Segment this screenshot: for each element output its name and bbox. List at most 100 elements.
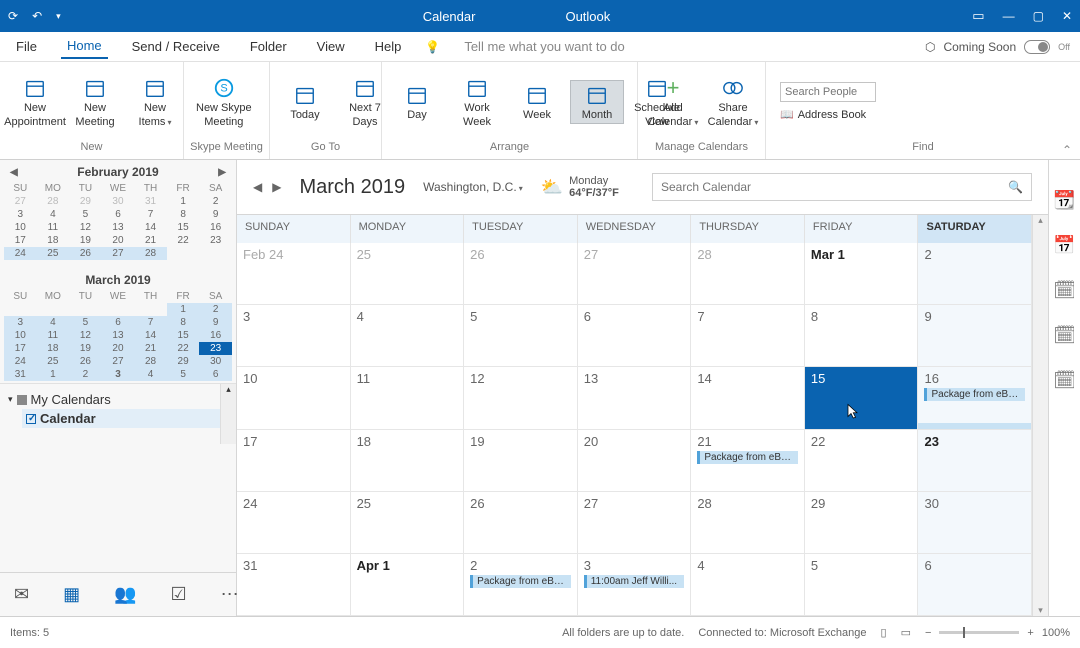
mail-icon[interactable]: ✉ <box>14 584 29 605</box>
calendar-cell[interactable]: 31 <box>237 554 351 615</box>
calendar-cell[interactable]: 25 <box>351 243 465 304</box>
calendar-cell[interactable]: 19 <box>464 430 578 491</box>
calendar-cell[interactable]: 5 <box>805 554 919 615</box>
new-skype-meeting-button[interactable]: S New Skype Meeting <box>192 74 256 130</box>
day-button[interactable]: Day <box>390 81 444 123</box>
calendar-cell[interactable]: 2 <box>918 243 1032 304</box>
minical-day[interactable]: 19 <box>69 342 102 355</box>
minical-day[interactable]: 20 <box>102 342 135 355</box>
calendar-cell[interactable]: 10 <box>237 367 351 428</box>
tab-send-receive[interactable]: Send / Receive <box>126 35 226 58</box>
search-calendar-input[interactable] <box>661 180 1008 194</box>
add-calendar-button[interactable]: +AddCalendar <box>646 74 700 130</box>
minical-next-icon[interactable]: ▶ <box>218 167 226 178</box>
calendar-cell[interactable]: 5 <box>464 305 578 366</box>
tab-home[interactable]: Home <box>61 34 108 59</box>
zoom-slider[interactable] <box>939 631 1019 634</box>
minical-day[interactable]: 22 <box>167 342 200 355</box>
minical-day[interactable]: 31 <box>4 368 37 381</box>
maximize-icon[interactable]: ▢ <box>1033 9 1044 23</box>
tab-help[interactable]: Help <box>369 35 408 58</box>
new-items-button[interactable]: NewItems <box>128 74 182 130</box>
search-calendar[interactable]: 🔍 <box>652 173 1032 201</box>
calendar-cell[interactable]: 29 <box>805 492 919 553</box>
minical-day[interactable]: 22 <box>167 234 200 247</box>
refresh-icon[interactable]: ⟳ <box>8 9 18 23</box>
prev-month-icon[interactable]: ◀ <box>253 180 262 194</box>
calendar-cell[interactable]: Feb 24 <box>237 243 351 304</box>
dock-view2-icon[interactable]: 🗓 <box>1053 325 1076 346</box>
minical-day[interactable]: 10 <box>4 221 37 234</box>
dock-view3-icon[interactable]: 🗓 <box>1053 370 1076 391</box>
today-button[interactable]: Today <box>278 81 332 123</box>
minical-day[interactable] <box>167 247 200 260</box>
minical-day[interactable]: 29 <box>69 195 102 208</box>
zoom-control[interactable]: − + 100% <box>925 627 1070 639</box>
close-icon[interactable]: ✕ <box>1062 9 1072 23</box>
calendar-cell[interactable]: 17 <box>237 430 351 491</box>
minical-day[interactable] <box>69 303 102 316</box>
calendar-item[interactable]: ✓Calendar <box>22 409 228 428</box>
minical-day[interactable]: 1 <box>37 368 70 381</box>
dock-today-icon[interactable]: 📆 <box>1053 190 1075 211</box>
minical-day[interactable]: 16 <box>199 329 232 342</box>
minical-day[interactable] <box>134 303 167 316</box>
calendar-cell[interactable]: 311:00am Jeff Willi... <box>578 554 692 615</box>
calendar-cell[interactable]: 26 <box>464 243 578 304</box>
minical-day[interactable]: 5 <box>69 316 102 329</box>
search-people-input[interactable] <box>780 82 876 102</box>
more-icon[interactable]: ⋯ <box>221 584 239 605</box>
coming-soon-toggle[interactable] <box>1024 40 1050 54</box>
minical-day[interactable]: 14 <box>134 221 167 234</box>
minical-day[interactable]: 14 <box>134 329 167 342</box>
calendar-event[interactable]: Package from eBa... <box>924 388 1025 401</box>
calendar-cell[interactable]: Mar 1 <box>805 243 919 304</box>
calendar-cell[interactable]: 13 <box>578 367 692 428</box>
view-normal-icon[interactable]: ▯ <box>881 626 887 639</box>
minical-day[interactable]: 27 <box>102 355 135 368</box>
dock-view1-icon[interactable]: 🗓 <box>1053 280 1076 301</box>
minical-day[interactable]: 11 <box>37 329 70 342</box>
minical-day[interactable]: 31 <box>134 195 167 208</box>
people-icon[interactable]: 👥 <box>114 584 136 605</box>
tasks-icon[interactable]: ☑ <box>171 584 187 605</box>
minical-day[interactable]: 6 <box>102 208 135 221</box>
event-span[interactable] <box>918 423 1032 429</box>
minical-day[interactable]: 3 <box>4 316 37 329</box>
new-meeting-button[interactable]: NewMeeting <box>68 74 122 130</box>
calendar-cell[interactable]: 26 <box>464 492 578 553</box>
minical-day[interactable]: 20 <box>102 234 135 247</box>
calendar-cell[interactable]: 30 <box>918 492 1032 553</box>
work-week-button[interactable]: WorkWeek <box>450 74 504 130</box>
calendar-cell[interactable]: 28 <box>691 243 805 304</box>
calendar-cell[interactable]: 4 <box>691 554 805 615</box>
ribbon-collapse-icon[interactable]: ⌃ <box>1062 143 1072 157</box>
minical-day[interactable]: 2 <box>199 195 232 208</box>
share-calendar-button[interactable]: ShareCalendar <box>706 74 760 130</box>
dock-back-icon[interactable]: 📅 <box>1053 235 1075 256</box>
calendar-cell[interactable]: 15 <box>805 367 919 428</box>
minical-day[interactable]: 1 <box>167 195 200 208</box>
minical-day[interactable]: 24 <box>4 247 37 260</box>
minical-day[interactable]: 8 <box>167 316 200 329</box>
minical-day[interactable]: 7 <box>134 316 167 329</box>
minical-prev-icon[interactable]: ◀ <box>10 167 18 178</box>
minical-day[interactable]: 26 <box>69 355 102 368</box>
minical-day[interactable]: 4 <box>134 368 167 381</box>
search-icon[interactable]: 🔍 <box>1008 180 1023 194</box>
minical-day[interactable]: 18 <box>37 342 70 355</box>
calendar-event[interactable]: Package from eBa... <box>470 575 571 588</box>
minical-mar[interactable]: March 2019 SUMOTUWETHFRSA123456789101112… <box>0 268 236 383</box>
my-calendars-header[interactable]: ▾My Calendars <box>8 390 228 409</box>
calendar-cell[interactable]: 25 <box>351 492 465 553</box>
minical-day[interactable]: 17 <box>4 342 37 355</box>
minical-day[interactable]: 16 <box>199 221 232 234</box>
minical-day[interactable]: 25 <box>37 247 70 260</box>
tab-view[interactable]: View <box>311 35 351 58</box>
minical-day[interactable]: 12 <box>69 329 102 342</box>
minical-day[interactable]: 27 <box>102 247 135 260</box>
calendar-event[interactable]: Package from eBa... <box>697 451 798 464</box>
tab-file[interactable]: File <box>10 35 43 58</box>
minical-day[interactable]: 9 <box>199 316 232 329</box>
minical-day[interactable]: 15 <box>167 329 200 342</box>
